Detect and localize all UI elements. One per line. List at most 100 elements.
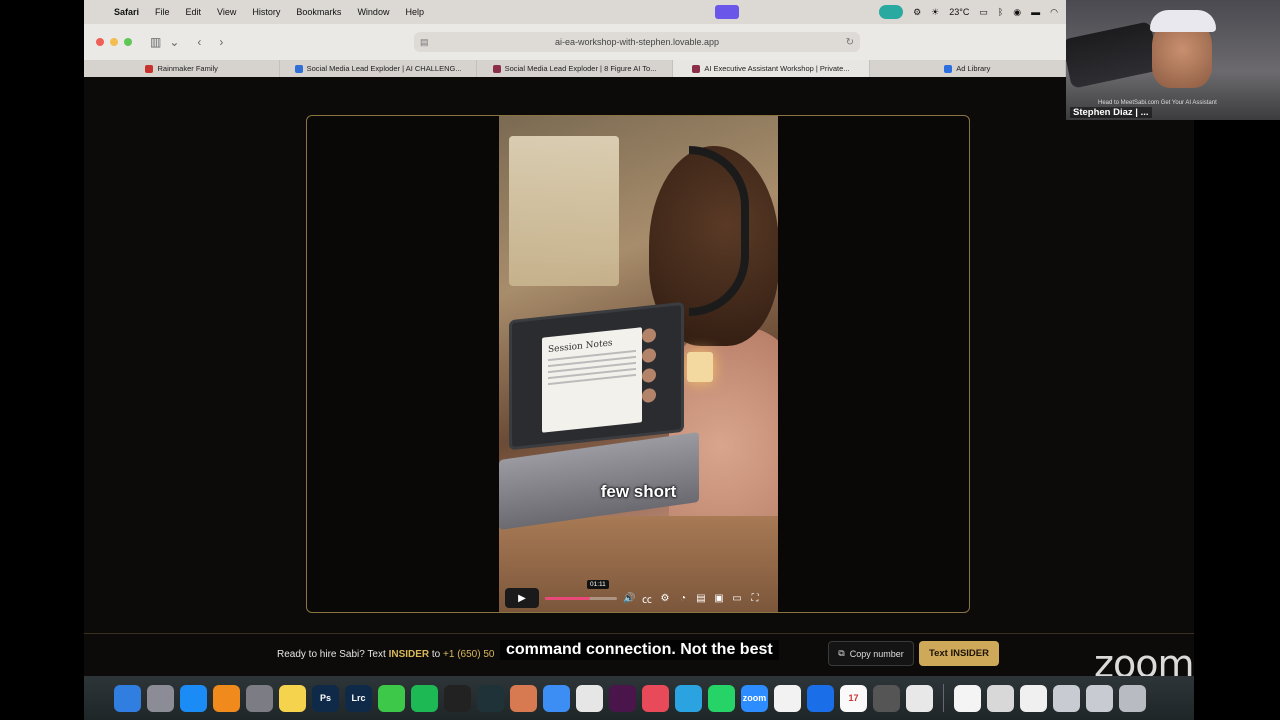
tab-bar: Rainmaker Family Social Media Lead Explod… (84, 60, 1067, 77)
dock-separator (943, 684, 944, 712)
minimize-window-button[interactable] (110, 38, 118, 46)
volume-icon[interactable]: 🔊 (623, 593, 635, 604)
menu-edit[interactable]: Edit (186, 7, 202, 17)
chrome-icon[interactable] (576, 684, 603, 712)
reminders-icon[interactable] (954, 684, 981, 712)
sidebar-toggle-icon[interactable]: ▥ (150, 35, 161, 49)
forward-icon[interactable]: › (219, 35, 223, 49)
preview-icon[interactable] (987, 684, 1014, 712)
address-bar[interactable]: ▤ ai-ea-workshop-with-stephen.lovable.ap… (414, 32, 860, 52)
chevron-down-icon[interactable]: ⌄ (169, 35, 179, 49)
notes-icon[interactable] (279, 684, 306, 712)
menu-help[interactable]: Help (405, 7, 424, 17)
iphone-mirroring-icon[interactable] (906, 684, 933, 712)
textedit-icon[interactable] (1020, 684, 1047, 712)
books-icon[interactable] (213, 684, 240, 712)
back-icon[interactable]: ‹ (197, 35, 201, 49)
browser-toolbar: ▥ ⌄ ‹ › ▤ ai-ea-workshop-with-stephen.lo… (84, 24, 1066, 60)
reload-icon[interactable]: ↻ (846, 37, 854, 48)
lightroom-icon[interactable]: Lrc (345, 684, 372, 712)
menu-window[interactable]: Window (357, 7, 389, 17)
menu-safari[interactable]: Safari (114, 7, 139, 17)
settings-icon[interactable] (246, 684, 273, 712)
trash-icon[interactable] (1119, 684, 1146, 712)
video-controls: ▶ 🔊 ㏄ ⚙ ◔ ▤ ▣ ▭ ⛶ (499, 584, 778, 612)
menu-view[interactable]: View (217, 7, 236, 17)
zoom-sidebar (1194, 120, 1280, 680)
play-button[interactable]: ▶ (505, 588, 539, 608)
menu-file[interactable]: File (155, 7, 170, 17)
chatgpt-icon[interactable] (444, 684, 471, 712)
tab-favicon-icon (492, 64, 501, 73)
slack-icon[interactable] (609, 684, 636, 712)
copy-number-button[interactable]: ⧉ Copy number (828, 641, 914, 666)
photoshop-icon[interactable]: Ps (312, 684, 339, 712)
browser-tab[interactable]: AI Executive Assistant Workshop | Privat… (673, 60, 870, 77)
temperature-label[interactable]: 23°C (949, 7, 969, 17)
close-window-button[interactable] (96, 38, 104, 46)
page-settings-icon[interactable]: ▤ (420, 37, 429, 48)
perplexity-icon[interactable] (477, 684, 504, 712)
video-frame[interactable]: Session Notes few short (499, 116, 778, 612)
claude-icon[interactable] (510, 684, 537, 712)
zoom-status-icon[interactable] (715, 5, 740, 19)
zoom-participant-tile[interactable]: Head to MeetSabi.com Get Your AI Assista… (1066, 0, 1280, 120)
progress-bar[interactable] (545, 596, 617, 600)
telegram-icon[interactable] (675, 684, 702, 712)
bluetooth-icon[interactable]: ᛒ (998, 7, 1003, 17)
folder-icon[interactable] (1053, 684, 1080, 712)
calendar-icon[interactable]: 17 (840, 684, 867, 712)
video-candle (687, 352, 713, 382)
settings-icon[interactable]: ⚙ (659, 593, 671, 604)
weather-icon[interactable]: ☀ (931, 7, 939, 18)
tab-label: Rainmaker Family (157, 64, 218, 73)
downloads-icon[interactable] (1086, 684, 1113, 712)
calculator-icon[interactable] (873, 684, 900, 712)
tab-label: Social Media Lead Exploder | AI CHALLENG… (306, 64, 462, 73)
status-menus: ⚙ ☀ 23°C ▭ ᛒ ◉ ▬ ◠ (715, 5, 1066, 19)
zoom-icon[interactable]: zoom (741, 684, 768, 712)
session-notes-doc: Session Notes (542, 327, 642, 433)
messages-icon[interactable] (378, 684, 405, 712)
transcript-icon[interactable]: ▤ (695, 593, 707, 604)
web-page: Session Notes few short 01:11 ▶ 🔊 ㏄ ⚙ ◔ … (84, 77, 1194, 677)
menu-bookmarks[interactable]: Bookmarks (296, 7, 341, 17)
whatsapp-icon[interactable] (708, 684, 735, 712)
control-center-icon[interactable]: ⚙ (913, 7, 921, 18)
google-drive-icon[interactable] (774, 684, 801, 712)
url-text[interactable]: ai-ea-workshop-with-stephen.lovable.app (555, 37, 719, 47)
browser-tab[interactable]: Ad Library (870, 60, 1067, 77)
app-store-icon[interactable] (180, 684, 207, 712)
arc-icon[interactable] (642, 684, 669, 712)
spotify-icon[interactable] (411, 684, 438, 712)
safari-icon[interactable] (543, 684, 570, 712)
battery-icon[interactable]: ▬ (1031, 7, 1040, 17)
screen-share-status-icon[interactable] (879, 5, 904, 19)
wifi-icon[interactable]: ◠ (1050, 7, 1058, 18)
tab-label: Social Media Lead Exploder | 8 Figure AI… (504, 64, 657, 73)
1password-icon[interactable] (807, 684, 834, 712)
fullscreen-icon[interactable]: ⛶ (749, 593, 761, 604)
display-icon[interactable]: ▭ (979, 7, 988, 18)
menu-history[interactable]: History (252, 7, 280, 17)
participant-thumbnails (642, 327, 662, 409)
browser-tab[interactable]: Social Media Lead Exploder | 8 Figure AI… (477, 60, 674, 77)
text-insider-button[interactable]: Text INSIDER (919, 641, 999, 666)
captions-icon[interactable]: ㏄ (641, 591, 653, 606)
finder-icon[interactable] (114, 684, 141, 712)
browser-tab[interactable]: Rainmaker Family (84, 60, 281, 77)
cast-icon[interactable]: ▭ (731, 593, 743, 604)
play-status-icon[interactable]: ◉ (1013, 7, 1021, 18)
copy-number-label: Copy number (849, 648, 904, 659)
progress-fill (545, 596, 590, 600)
thumbnail (642, 347, 656, 364)
thumbnail (642, 387, 656, 404)
pip-icon[interactable]: ▣ (713, 593, 725, 604)
video-caption: few short (600, 482, 677, 501)
phone-number[interactable]: +1 (650) 50 (443, 649, 494, 660)
launchpad-icon[interactable] (147, 684, 174, 712)
fullscreen-window-button[interactable] (124, 38, 132, 46)
participant-cap (1150, 10, 1216, 32)
speed-icon[interactable]: ◔ (677, 593, 689, 604)
browser-tab[interactable]: Social Media Lead Exploder | AI CHALLENG… (280, 60, 477, 77)
